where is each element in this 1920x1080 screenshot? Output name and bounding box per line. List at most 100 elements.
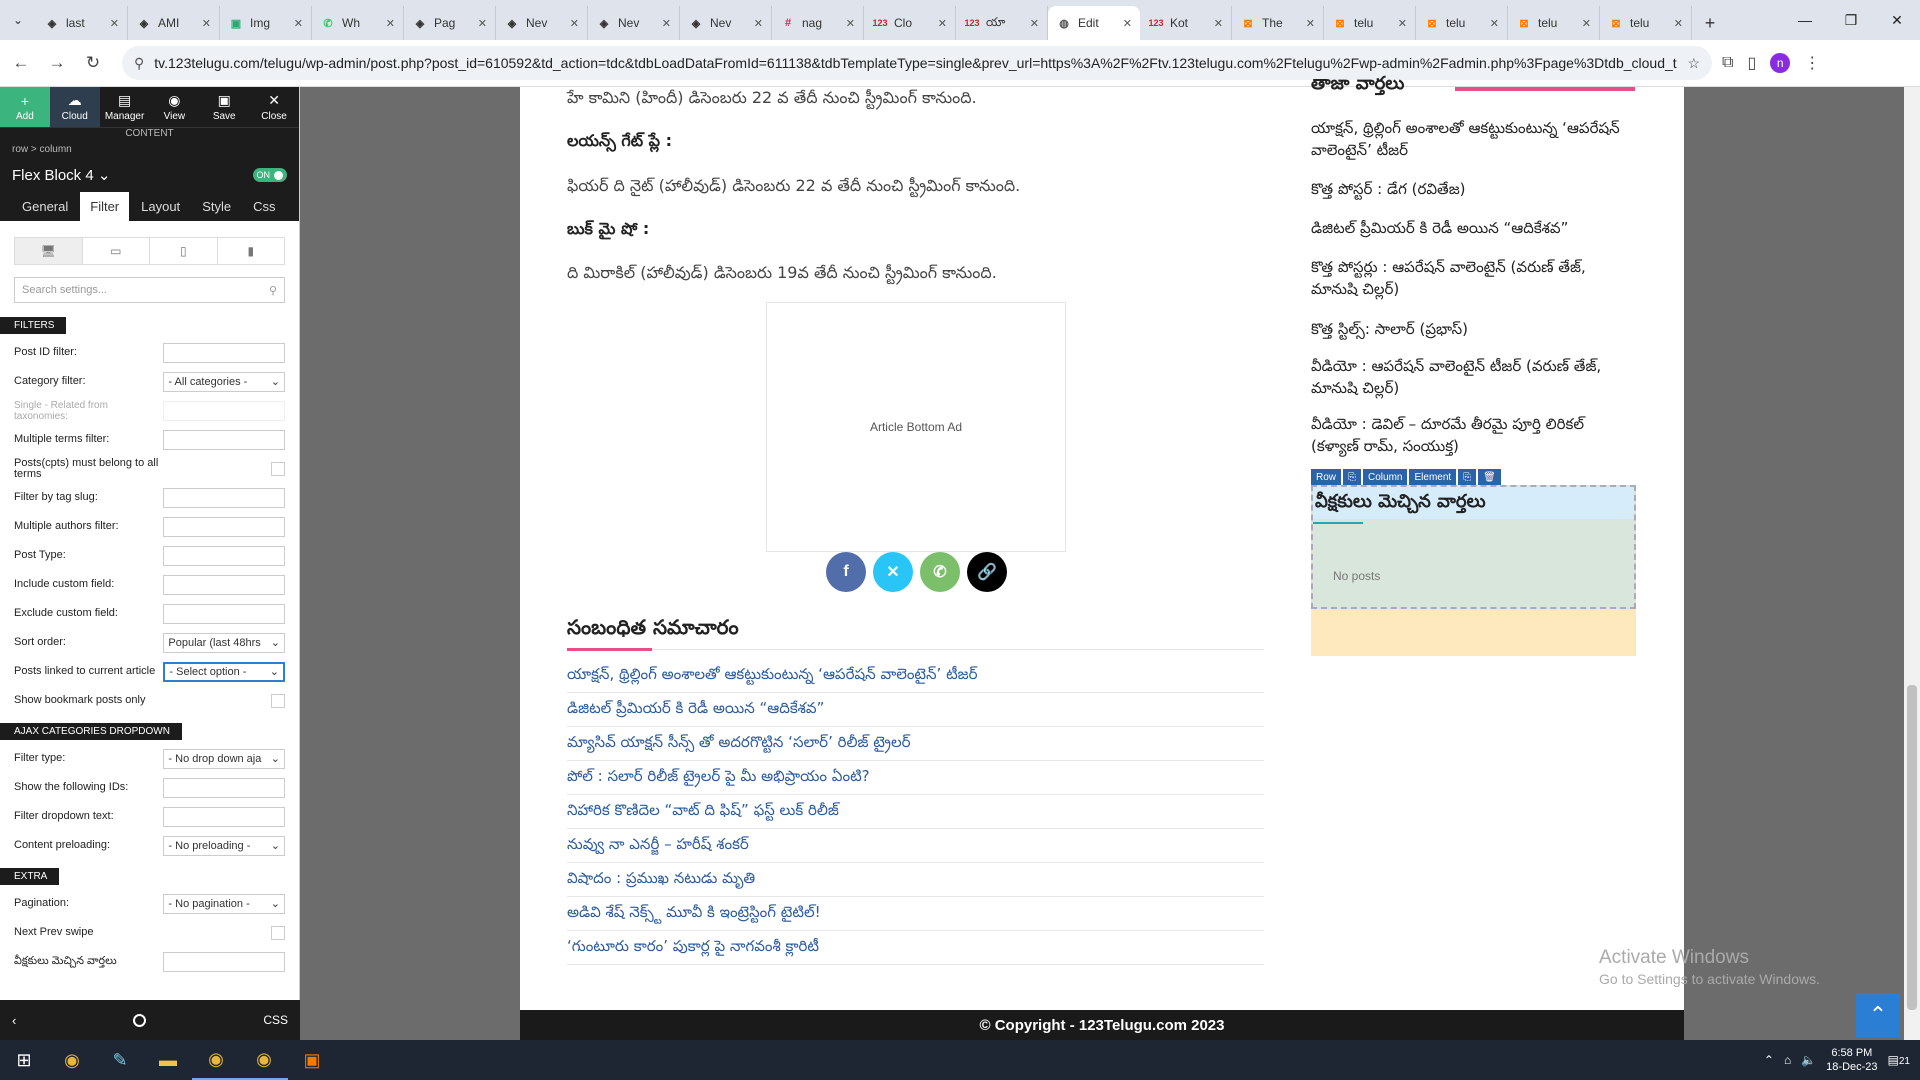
back-icon[interactable]: ← <box>6 48 36 78</box>
browser-tab[interactable]: ⊠ The ✕ <box>1232 6 1324 40</box>
side-panel-icon[interactable]: ▯ <box>1747 53 1756 73</box>
tab-close-icon[interactable]: ✕ <box>1582 17 1591 30</box>
tab-style[interactable]: Style <box>192 192 241 221</box>
setting-select[interactable]: - No drop down aja ⌄ <box>163 748 285 769</box>
sidebar-link[interactable]: వీడియో : ఆపరేషన్ వాలెంటైన్ టీజర్ (వరుణ్ … <box>1311 355 1636 399</box>
clock[interactable]: 6:58 PM 18-Dec-23 <box>1826 1046 1877 1074</box>
tab-close-icon[interactable]: ✕ <box>846 17 855 30</box>
windows-start-icon[interactable]: ⊞ <box>0 1040 48 1080</box>
element-breadcrumb[interactable]: row > column <box>0 141 299 159</box>
tab-close-icon[interactable]: ✕ <box>1398 17 1407 30</box>
browser-tab[interactable]: # nag ✕ <box>772 6 864 40</box>
browser-tab[interactable]: 123 Kot ✕ <box>1140 6 1232 40</box>
xampp-icon[interactable]: ▣ <box>288 1040 336 1080</box>
browser-tab[interactable]: ◍ Edit ✕ <box>1048 6 1140 40</box>
save-button[interactable]: ▣ Save <box>199 87 249 127</box>
browser-tab[interactable]: ◈ last ✕ <box>36 6 128 40</box>
setting-input[interactable] <box>163 487 285 508</box>
sidebar-link[interactable]: కొత్త పోస్టర్ : డేగ (రవితేజ) <box>1311 178 1636 200</box>
tab-close-icon[interactable]: ✕ <box>1214 17 1223 30</box>
notification-icon[interactable]: ▤21 <box>1888 1053 1910 1067</box>
crumb-column[interactable]: Column <box>1363 469 1408 485</box>
browser-tab[interactable]: ◈ Nev ✕ <box>496 6 588 40</box>
tab-close-icon[interactable]: ✕ <box>1306 17 1315 30</box>
browser-tab[interactable]: ◈ AMI ✕ <box>128 6 220 40</box>
browser-tab[interactable]: ◈ Nev ✕ <box>680 6 772 40</box>
notepad-icon[interactable]: ✎ <box>96 1040 144 1080</box>
chevron-up-icon[interactable]: ⌃ <box>1764 1053 1774 1067</box>
setting-input[interactable] <box>163 951 285 972</box>
tab-close-icon[interactable]: ✕ <box>478 17 487 30</box>
related-link[interactable]: నువ్వు నా ఎనర్జీ – హరీష్ శంకర్ <box>567 829 1264 863</box>
setting-input[interactable] <box>163 806 285 827</box>
tab-close-icon[interactable]: ✕ <box>662 17 671 30</box>
cloud-button[interactable]: ☁ Cloud <box>49 87 100 127</box>
back-panel-icon[interactable]: ‹ <box>12 1013 16 1028</box>
minimize-icon[interactable]: — <box>1782 0 1828 40</box>
tab-search-icon[interactable]: ⌄ <box>0 0 36 40</box>
setting-input[interactable] <box>163 400 285 421</box>
extensions-icon[interactable]: ⧉ <box>1722 54 1733 72</box>
related-link[interactable]: పోల్ : సలార్ రిలీజ్ ట్రైలర్ పై మీ అభిప్ర… <box>567 761 1264 795</box>
setting-input[interactable] <box>163 777 285 798</box>
related-link[interactable]: మ్యాసివ్ యాక్షన్ సీన్స్ తో అదరగొట్టిన ‘స… <box>567 727 1264 761</box>
chrome-window-2-icon[interactable]: ◉ <box>240 1040 288 1080</box>
browser-tab[interactable]: ◈ Pag ✕ <box>404 6 496 40</box>
tab-close-icon[interactable]: ✕ <box>1030 17 1039 30</box>
popular-widget[interactable]: వీక్షకులు మెచ్చిన వార్తలు No posts <box>1311 485 1636 609</box>
browser-tab[interactable]: ⊠ telu ✕ <box>1324 6 1416 40</box>
tab-close-icon[interactable]: ✕ <box>570 17 579 30</box>
browser-tab[interactable]: ✆ Wh ✕ <box>312 6 404 40</box>
setting-checkbox[interactable] <box>271 693 285 708</box>
view-button[interactable]: ◉ View <box>149 87 199 127</box>
setting-input[interactable] <box>163 545 285 566</box>
setting-select[interactable]: Popular (last 48hrs ⌄ <box>163 632 285 653</box>
setting-checkbox[interactable] <box>271 461 285 476</box>
tab-css[interactable]: Css <box>243 192 285 221</box>
related-link[interactable]: ‘గుంటూరు కారం’ పుకార్ల పై నాగవంశీ క్లారి… <box>567 931 1264 965</box>
tab-filter[interactable]: Filter <box>80 192 130 221</box>
related-link[interactable]: నిహారిక కొణిదెల “వాట్ ది ఫిష్” ఫస్ట్ లుక… <box>567 795 1264 829</box>
scrollbar-thumb[interactable] <box>1907 685 1917 1010</box>
setting-input[interactable] <box>163 574 285 595</box>
whatsapp-icon[interactable]: ✆ <box>920 552 960 592</box>
chevron-down-icon[interactable]: ⌄ <box>98 167 111 184</box>
tablet-portrait-icon[interactable]: ▯ <box>150 238 218 264</box>
browser-tab[interactable]: ⊠ telu ✕ <box>1600 6 1692 40</box>
tablet-landscape-icon[interactable]: ▭ <box>83 238 150 264</box>
volume-icon[interactable]: 🔈 <box>1801 1053 1816 1067</box>
copy-icon[interactable]: ⎘ <box>1343 469 1362 485</box>
setting-select[interactable]: - Select option - ⌄ <box>163 661 285 682</box>
block-toggle[interactable]: ON <box>252 168 287 182</box>
browser-tab[interactable]: 123 Clo ✕ <box>864 6 956 40</box>
tab-close-icon[interactable]: ✕ <box>1674 17 1683 30</box>
tab-general[interactable]: General <box>12 192 78 221</box>
site-info-icon[interactable]: ⚲ <box>134 55 144 72</box>
link-icon[interactable]: 🔗 <box>967 552 1007 592</box>
close-window-icon[interactable]: ✕ <box>1874 0 1920 40</box>
close-button[interactable]: ✕ Close <box>249 87 299 127</box>
back-to-top-button[interactable]: ⌃ <box>1856 993 1900 1037</box>
tab-close-icon[interactable]: ✕ <box>110 17 119 30</box>
circle-icon[interactable] <box>133 1013 147 1027</box>
settings-search-input[interactable]: Search settings... ⚲ <box>14 277 285 303</box>
chrome-window-icon[interactable]: ◉ <box>192 1040 240 1080</box>
manager-button[interactable]: ▤ Manager <box>100 87 150 127</box>
reload-icon[interactable]: ↻ <box>78 48 108 78</box>
new-tab-button[interactable]: + <box>1692 6 1728 40</box>
tab-close-icon[interactable]: ✕ <box>754 17 763 30</box>
x-twitter-icon[interactable]: ✕ <box>873 552 913 592</box>
facebook-icon[interactable]: f <box>826 552 866 592</box>
restore-icon[interactable]: ❐ <box>1828 0 1874 40</box>
crumb-row[interactable]: Row <box>1311 469 1342 485</box>
file-explorer-icon[interactable]: ▬ <box>144 1040 192 1080</box>
sidebar-link[interactable]: కొత్త పోస్టర్లు : ఆపరేషన్ వాలెంటైన్ (వరు… <box>1311 256 1636 300</box>
network-icon[interactable]: ⌂ <box>1784 1053 1791 1067</box>
related-link[interactable]: యాక్షన్, థ్రిల్లింగ్ అంశాలతో ఆకట్టుకుంటు… <box>567 659 1264 693</box>
desktop-icon[interactable]: 🖥 <box>15 238 83 264</box>
related-link[interactable]: విషాదం : ప్రముఖ నటుడు మృతి <box>567 863 1264 897</box>
forward-icon[interactable]: → <box>42 48 72 78</box>
tab-close-icon[interactable]: ✕ <box>1490 17 1499 30</box>
related-link[interactable]: డిజిటల్ ప్రీమియర్ కి రెడీ అయిన “ఆదికేశవ” <box>567 693 1264 727</box>
related-link[interactable]: అడివి శేష్ నెక్స్ట్ మూవీ కి ఇంట్రెస్టింగ… <box>567 897 1264 931</box>
